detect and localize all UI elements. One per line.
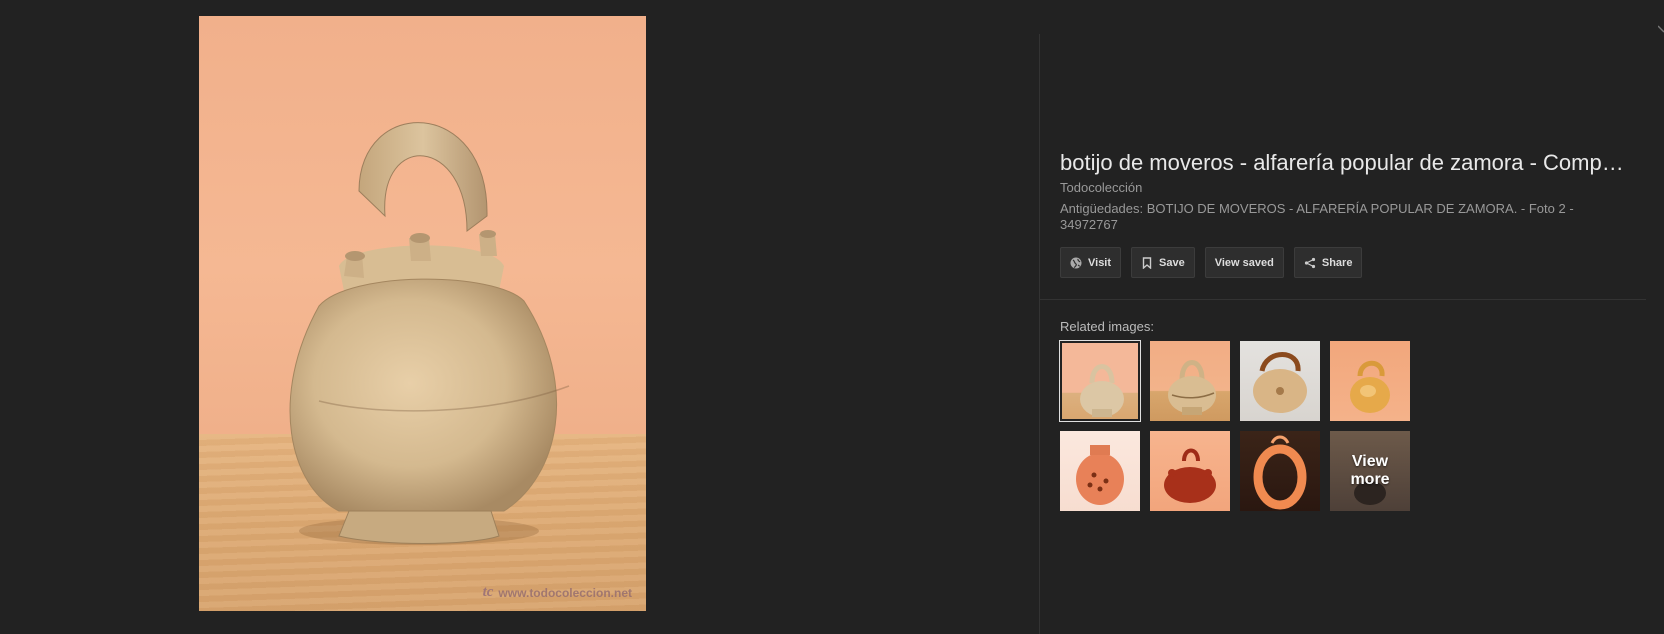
view-more-text: View more <box>1350 453 1390 488</box>
watermark-text: www.todocoleccion.net <box>498 585 632 600</box>
botijo-jug-illustration <box>289 122 570 545</box>
view-saved-label: View saved <box>1214 256 1274 269</box>
share-button[interactable]: Share <box>1293 247 1363 278</box>
main-image[interactable]: tc www.todocoleccion.net <box>199 16 646 611</box>
related-thumb-botijo-decorated[interactable] <box>1150 341 1230 421</box>
visit-label: Visit <box>1088 256 1112 269</box>
save-label: Save <box>1159 256 1185 269</box>
image-viewer-pane: tc www.todocoleccion.net <box>0 0 1038 634</box>
visit-button[interactable]: Visit <box>1060 247 1122 278</box>
details-pane: botijo de moveros - alfarería popular de… <box>1040 0 1664 634</box>
view-more-label: View more <box>1330 431 1410 511</box>
close-icon[interactable] <box>1657 22 1664 36</box>
watermark-logo: tc <box>482 584 494 600</box>
related-thumb-ring-botijo[interactable] <box>1240 431 1320 511</box>
related-thumb-botijo-red[interactable] <box>1150 431 1230 511</box>
section-divider <box>1040 299 1646 300</box>
related-images-label: Related images: <box>1060 319 1154 334</box>
image-description: Antigüedades: BOTIJO DE MOVEROS - ALFARE… <box>1060 201 1574 232</box>
share-label: Share <box>1321 256 1353 269</box>
view-saved-button[interactable]: View saved <box>1204 247 1284 278</box>
related-thumb-view-more[interactable]: View more <box>1330 431 1410 511</box>
save-button[interactable]: Save <box>1131 247 1195 278</box>
related-thumb-jug-orange-holes[interactable] <box>1060 431 1140 511</box>
related-thumb-botijo-yellow[interactable] <box>1330 341 1410 421</box>
image-source: Todocolección <box>1060 180 1143 195</box>
share-icon <box>1304 257 1315 268</box>
globe-icon <box>1070 257 1082 268</box>
photo-watermark: tc www.todocoleccion.net <box>483 584 632 601</box>
related-images-section: Related images: View more <box>1059 319 1410 511</box>
image-info: botijo de moveros - alfarería popular de… <box>1060 150 1640 233</box>
image-title[interactable]: botijo de moveros - alfarería popular de… <box>1060 150 1640 176</box>
bookmark-icon <box>1142 256 1152 269</box>
related-thumb-botijo-brown-handle[interactable] <box>1240 341 1320 421</box>
action-buttons: Visit Save View saved Share <box>1060 247 1363 278</box>
related-thumb-botijo-clay[interactable] <box>1059 340 1141 422</box>
